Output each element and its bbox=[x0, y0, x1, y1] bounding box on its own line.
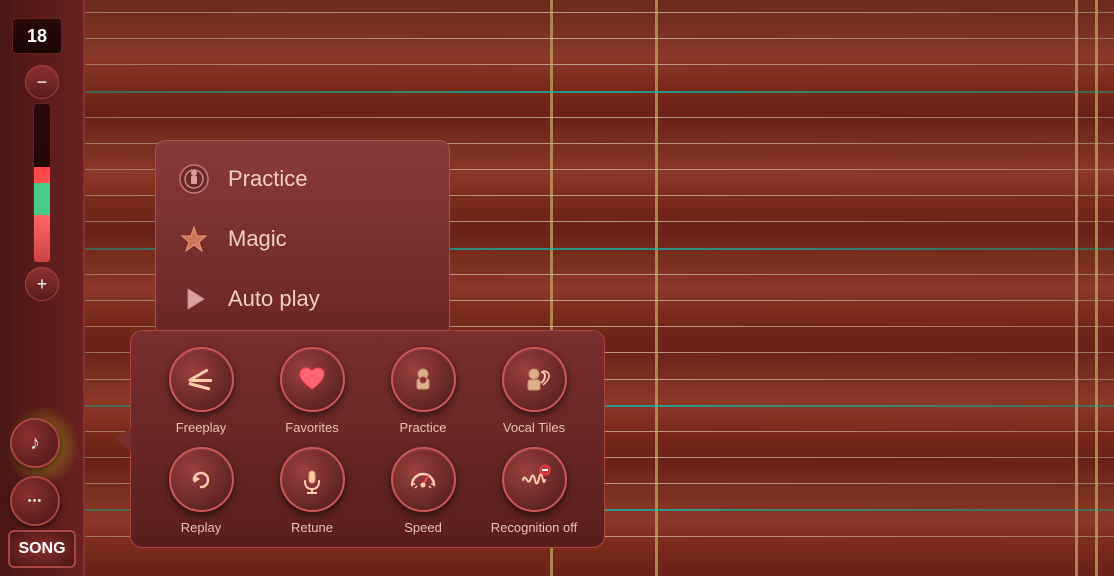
left-panel: 18 − + ♪ ••• SONG bbox=[0, 0, 85, 576]
more-button[interactable]: ••• bbox=[10, 476, 60, 526]
recognition-off-label: Recognition off bbox=[491, 520, 578, 535]
volume-area: − + bbox=[20, 65, 64, 305]
bridge-line-2 bbox=[655, 0, 658, 576]
plus-label: + bbox=[37, 274, 48, 295]
panel-arrow bbox=[115, 427, 131, 451]
practice2-button[interactable]: Practice bbox=[373, 347, 473, 435]
favorites-button[interactable]: Favorites bbox=[262, 347, 362, 435]
magic-label: Magic bbox=[228, 226, 287, 252]
practice-label: Practice bbox=[228, 166, 307, 192]
vocal-tiles-button[interactable]: Vocal Tiles bbox=[484, 347, 584, 435]
magic-icon bbox=[176, 221, 212, 257]
recognition-circle bbox=[502, 447, 567, 512]
action-row-2: Replay Retune bbox=[151, 447, 584, 535]
autoplay-label: Auto play bbox=[228, 286, 320, 312]
song-label: SONG bbox=[18, 540, 65, 558]
action-row-1: Freeplay Favorites Practice bbox=[151, 347, 584, 435]
string-1 bbox=[85, 38, 1114, 39]
minus-label: − bbox=[37, 72, 48, 93]
vocal-tiles-label: Vocal Tiles bbox=[503, 420, 565, 435]
more-icon: ••• bbox=[28, 495, 43, 507]
string-0 bbox=[85, 12, 1114, 13]
number-badge: 18 bbox=[12, 18, 62, 54]
string-3 bbox=[85, 91, 1114, 93]
string-4 bbox=[85, 117, 1114, 118]
freeplay-circle bbox=[169, 347, 234, 412]
bottom-buttons: ♪ ••• bbox=[10, 418, 60, 526]
speed-circle bbox=[391, 447, 456, 512]
recognition-off-button[interactable]: Recognition off bbox=[484, 447, 584, 535]
string-2 bbox=[85, 64, 1114, 65]
freeplay-button[interactable]: Freeplay bbox=[151, 347, 251, 435]
mode-item-magic[interactable]: Magic bbox=[156, 209, 449, 269]
volume-slider[interactable] bbox=[33, 103, 51, 263]
mode-item-autoplay[interactable]: Auto play bbox=[156, 269, 449, 329]
speed-button[interactable]: Speed bbox=[373, 447, 473, 535]
replay-circle bbox=[169, 447, 234, 512]
autoplay-icon bbox=[176, 281, 212, 317]
retune-button[interactable]: Retune bbox=[262, 447, 362, 535]
practice2-label: Practice bbox=[400, 420, 447, 435]
song-button[interactable]: SONG bbox=[8, 530, 76, 568]
favorites-label: Favorites bbox=[285, 420, 338, 435]
practice-icon bbox=[176, 161, 212, 197]
practice2-circle bbox=[391, 347, 456, 412]
volume-fill-green bbox=[34, 183, 50, 215]
retune-circle bbox=[280, 447, 345, 512]
volume-minus-button[interactable]: − bbox=[25, 65, 59, 99]
bridge-line-4 bbox=[1095, 0, 1098, 576]
mode-menu: Practice Magic Auto play bbox=[155, 140, 450, 338]
speed-label: Speed bbox=[404, 520, 442, 535]
freeplay-label: Freeplay bbox=[176, 420, 227, 435]
replay-label: Replay bbox=[181, 520, 221, 535]
replay-button[interactable]: Replay bbox=[151, 447, 251, 535]
number-value: 18 bbox=[27, 26, 47, 47]
music-icon: ♪ bbox=[30, 432, 40, 455]
vocal-tiles-circle bbox=[502, 347, 567, 412]
volume-plus-button[interactable]: + bbox=[25, 267, 59, 301]
favorites-circle bbox=[280, 347, 345, 412]
mode-item-practice[interactable]: Practice bbox=[156, 149, 449, 209]
bridge-line-3 bbox=[1075, 0, 1078, 576]
music-button[interactable]: ♪ bbox=[10, 418, 60, 468]
retune-label: Retune bbox=[291, 520, 333, 535]
action-panel: Freeplay Favorites Practice bbox=[130, 330, 605, 548]
